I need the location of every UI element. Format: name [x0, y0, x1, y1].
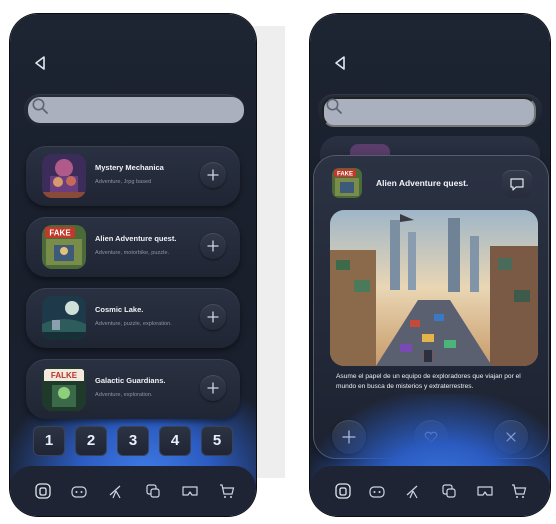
mystery-mechanica-art	[42, 154, 86, 198]
fake-label: FAKE	[337, 172, 353, 178]
gamepad-icon	[71, 486, 87, 498]
game-title: Alien Adventure quest.	[95, 234, 177, 243]
back-button[interactable]	[32, 54, 50, 72]
dice-icon	[442, 484, 456, 498]
nav-explore[interactable]	[107, 482, 125, 500]
game-card-cosmic-lake[interactable]: Cosmic Lake. Adventure, puzzle, explorat…	[26, 288, 240, 348]
plus-icon	[207, 311, 219, 323]
game-title: Galactic Guardians.	[95, 376, 166, 385]
game-card-mystery-mechanica[interactable]: Mystery Mechanica Adventure, Jrpg based	[26, 146, 240, 206]
falke-label: FALKE	[51, 371, 78, 380]
dice-icon	[146, 484, 160, 498]
library-screen: Mystery Mechanica Adventure, Jrpg based …	[10, 14, 256, 516]
back-arrow-icon	[35, 56, 45, 70]
alien-adventure-art: FAKE	[42, 225, 86, 269]
plus-icon	[207, 240, 219, 252]
chat-bubble-icon	[510, 178, 524, 191]
game-title: Mystery Mechanica	[95, 163, 164, 172]
plus-icon	[207, 382, 219, 394]
game-card-galactic-guardians[interactable]: FALKE Galactic Guardians. Adventure, exp…	[26, 359, 240, 419]
add-game-button[interactable]	[200, 304, 226, 330]
pagination: 1 2 3 4 5	[30, 426, 240, 456]
nav-random[interactable]	[440, 482, 458, 500]
game-card-alien-adventure[interactable]: FAKE Alien Adventure quest. Adventure, m…	[26, 217, 240, 277]
search-input[interactable]	[28, 97, 244, 123]
search-icon[interactable]	[325, 97, 343, 115]
cart-icon	[512, 484, 527, 498]
nav-vr[interactable]	[476, 482, 494, 500]
search-bar	[318, 94, 542, 127]
home-icon	[35, 483, 51, 499]
detail-title: Alien Adventure quest.	[376, 178, 469, 188]
nav-cart[interactable]	[218, 482, 236, 500]
nav-cart[interactable]	[510, 482, 528, 500]
add-game-button[interactable]	[200, 375, 226, 401]
chat-button[interactable]	[502, 170, 532, 198]
alien-adventure-art: FAKE	[332, 168, 362, 198]
nav-home[interactable]	[34, 482, 52, 500]
game-genres: Adventure, Jrpg based	[95, 179, 152, 185]
telescope-icon	[406, 485, 418, 499]
page-button-5[interactable]: 5	[201, 426, 233, 456]
game-title: Cosmic Lake.	[95, 305, 144, 314]
game-cover-image	[330, 210, 538, 366]
search-input[interactable]	[322, 97, 536, 127]
galactic-guardians-art: FALKE	[42, 367, 86, 411]
cart-icon	[220, 484, 235, 498]
home-icon	[335, 483, 351, 499]
back-arrow-icon	[335, 56, 345, 70]
nav-explore[interactable]	[404, 482, 422, 500]
search-bar	[24, 94, 244, 126]
game-genres: Adventure, exploration.	[95, 392, 153, 398]
page-button-4[interactable]: 4	[159, 426, 191, 456]
game-genres: Adventure, motorbike, puzzle.	[95, 250, 169, 256]
detail-screen: FAKE Alien Adventure quest. Asume el pap…	[310, 14, 550, 516]
search-icon[interactable]	[31, 97, 49, 115]
cosmic-lake-art	[42, 296, 86, 340]
nav-vr[interactable]	[181, 482, 199, 500]
gamepad-icon	[369, 486, 385, 498]
page-button-2[interactable]: 2	[75, 426, 107, 456]
game-description: Asume el papel de un equipo de explorado…	[336, 373, 521, 390]
page-button-3[interactable]: 3	[117, 426, 149, 456]
fake-label: FAKE	[49, 229, 71, 238]
back-button[interactable]	[332, 54, 350, 72]
add-game-button[interactable]	[200, 162, 226, 188]
vr-headset-icon	[477, 486, 493, 496]
vr-headset-icon	[182, 486, 198, 496]
nav-games[interactable]	[70, 482, 88, 500]
background-panel	[252, 26, 285, 478]
add-game-button[interactable]	[200, 233, 226, 259]
page-button-1[interactable]: 1	[33, 426, 65, 456]
bottom-nav	[310, 466, 550, 516]
bottom-nav	[10, 466, 256, 516]
plus-icon	[207, 169, 219, 181]
game-genres: Adventure, puzzle, exploration.	[95, 321, 172, 327]
nav-home[interactable]	[334, 482, 352, 500]
nav-games[interactable]	[368, 482, 386, 500]
telescope-icon	[109, 485, 121, 499]
nav-random[interactable]	[144, 482, 162, 500]
